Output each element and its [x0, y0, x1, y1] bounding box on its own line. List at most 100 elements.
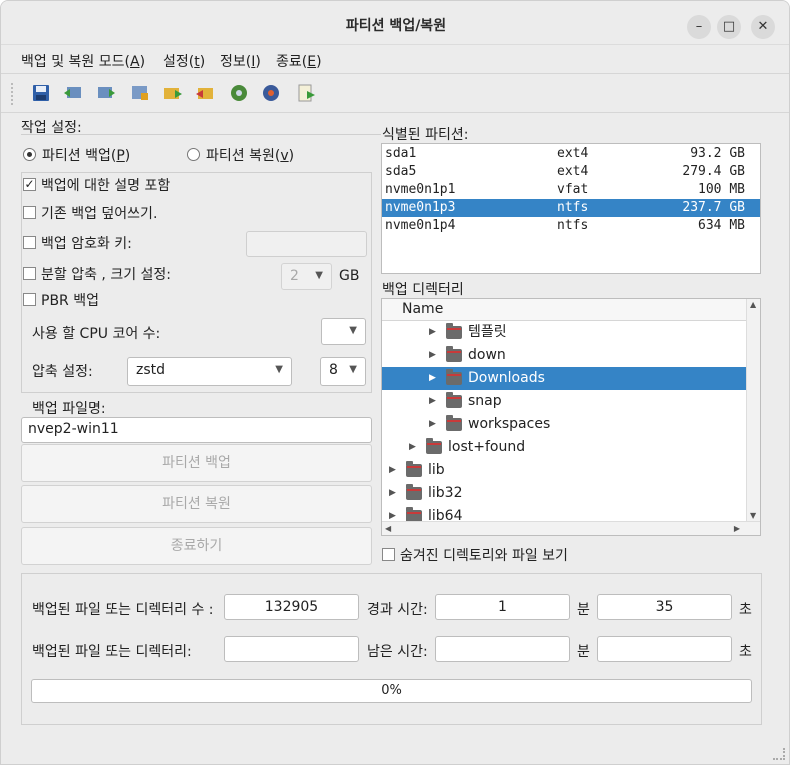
restore-button[interactable]: 파티션 복원 [21, 485, 372, 523]
elapsed-label: 경과 시간: [367, 602, 428, 618]
tree-horizontal-scrollbar[interactable]: ◀ ▶ [382, 521, 760, 535]
partition-size: 93.2 GB [690, 146, 745, 161]
menu-settings[interactable]: 설정(t) [163, 51, 205, 71]
tree-item[interactable]: ▶ lost+found [382, 436, 746, 459]
elapsed-min-unit: 분 [577, 602, 590, 618]
folder-icon [446, 392, 462, 408]
partition-list[interactable]: sda1 ext4 93.2 GB sda5 ext4 279.4 GB nvm… [381, 143, 761, 274]
toolbar-grip[interactable] [11, 83, 15, 105]
quit-button[interactable]: 종료하기 [21, 527, 372, 565]
tree-item-label: lib32 [428, 485, 463, 501]
resize-grip[interactable] [773, 748, 785, 760]
scroll-up-icon[interactable]: ▲ [750, 300, 756, 309]
menu-bar: 백업 및 복원 모드(A) 설정(t) 정보(I) 종료(E) [1, 46, 789, 74]
partition-size: 634 MB [698, 218, 745, 233]
expand-arrow-icon[interactable]: ▶ [429, 344, 436, 367]
compression-method-combo[interactable]: zstd ▼ [127, 357, 292, 386]
globe-settings-icon[interactable] [261, 83, 281, 103]
folder-forward-icon[interactable] [163, 83, 183, 103]
cpu-cores-label: 사용 할 CPU 코어 수: [32, 326, 161, 342]
compression-level-value: 8 [329, 362, 338, 378]
backup-dir-tree[interactable]: Name ▶ 템플릿 ▶ down ▶ Downloads ▶ snap ▶ w… [381, 298, 761, 536]
encrypt-key-field[interactable] [246, 231, 367, 257]
tree-item[interactable]: ▶ snap [382, 390, 746, 413]
backup-filename-field[interactable]: nvep2-win11 [21, 417, 372, 443]
minimize-button[interactable]: – [687, 15, 711, 39]
folder-back-icon[interactable] [195, 83, 215, 103]
chevron-down-icon: ▼ [275, 364, 283, 375]
export-document-icon[interactable] [296, 83, 316, 103]
expand-arrow-icon[interactable]: ▶ [429, 367, 436, 390]
scroll-right-icon[interactable]: ▶ [734, 524, 740, 533]
remaining-minutes-field [435, 636, 570, 662]
restore-radio[interactable] [187, 148, 200, 161]
chevron-down-icon: ▼ [315, 270, 323, 281]
tree-header[interactable]: Name [382, 299, 746, 321]
menu-quit[interactable]: 종료(E) [276, 51, 322, 71]
include-description-checkbox[interactable]: ✓ [23, 178, 36, 191]
backup-radio[interactable] [23, 148, 36, 161]
chevron-down-icon: ▼ [349, 325, 357, 336]
expand-arrow-icon[interactable]: ▶ [429, 413, 436, 436]
backup-partition-icon[interactable] [63, 83, 83, 103]
expand-arrow-icon[interactable]: ▶ [389, 482, 396, 505]
scroll-left-icon[interactable]: ◀ [385, 524, 391, 533]
expand-arrow-icon[interactable]: ▶ [429, 390, 436, 413]
image-file-icon[interactable] [130, 83, 150, 103]
files-count-field: 132905 [224, 594, 359, 620]
partition-row[interactable]: nvme0n1p4 ntfs 634 MB [382, 217, 760, 235]
backup-radio-label: 파티션 백업(P) [42, 148, 131, 164]
tree-item[interactable]: ▶ down [382, 344, 746, 367]
save-icon[interactable] [31, 83, 51, 103]
maximize-button[interactable]: □ [717, 15, 741, 39]
expand-arrow-icon[interactable]: ▶ [429, 321, 436, 344]
toolbar [1, 75, 789, 113]
expand-arrow-icon[interactable]: ▶ [409, 436, 416, 459]
compression-level-combo[interactable]: 8 ▼ [320, 357, 366, 386]
pbr-backup-label: PBR 백업 [41, 293, 99, 309]
tree-item[interactable]: ▶ workspaces [382, 413, 746, 436]
tree-vertical-scrollbar[interactable]: ▲ ▼ [746, 299, 760, 521]
folder-icon [406, 484, 422, 500]
pbr-backup-checkbox[interactable] [23, 293, 36, 306]
current-file-field [224, 636, 359, 662]
tree-item-selected[interactable]: ▶ Downloads [382, 367, 746, 390]
partition-fs: ext4 [557, 164, 589, 179]
tree-item-label: 템플릿 [468, 324, 507, 340]
current-file-label: 백업된 파일 또는 디렉터리: [32, 644, 192, 660]
partition-size: 100 MB [698, 182, 745, 197]
menu-info[interactable]: 정보(I) [220, 51, 261, 71]
tree-header-name: Name [402, 301, 444, 317]
split-unit: GB [339, 268, 360, 284]
compression-method-value: zstd [136, 362, 166, 378]
scroll-down-icon[interactable]: ▼ [750, 511, 756, 520]
globe-icon[interactable] [229, 83, 249, 103]
partition-row[interactable]: sda1 ext4 93.2 GB [382, 145, 760, 163]
folder-icon [406, 461, 422, 477]
overwrite-backup-checkbox[interactable] [23, 206, 36, 219]
partition-name: nvme0n1p4 [385, 218, 456, 233]
split-size-combo[interactable]: 2 ▼ [281, 263, 332, 290]
tree-item[interactable]: ▶ lib [382, 459, 746, 482]
expand-arrow-icon[interactable]: ▶ [389, 459, 396, 482]
partition-row[interactable]: sda5 ext4 279.4 GB [382, 163, 760, 181]
cpu-cores-combo[interactable]: ▼ [321, 318, 366, 345]
close-button[interactable]: ✕ [751, 15, 775, 39]
split-size-value: 2 [290, 268, 299, 284]
partition-row[interactable]: nvme0n1p1 vfat 100 MB [382, 181, 760, 199]
restore-partition-icon[interactable] [96, 83, 116, 103]
split-checkbox[interactable] [23, 267, 36, 280]
overwrite-backup-label: 기존 백업 덮어쓰기. [41, 206, 158, 222]
backup-button[interactable]: 파티션 백업 [21, 444, 372, 482]
menu-backup-restore-mode[interactable]: 백업 및 복원 모드(A) [21, 51, 145, 71]
partition-row-selected[interactable]: nvme0n1p3 ntfs 237.7 GB [382, 199, 760, 217]
partition-fs: vfat [557, 182, 589, 197]
show-hidden-checkbox[interactable] [382, 548, 395, 561]
partition-fs: ext4 [557, 146, 589, 161]
tree-item[interactable]: ▶ 템플릿 [382, 321, 746, 344]
partition-name: nvme0n1p3 [385, 200, 456, 215]
tree-item[interactable]: ▶ lib32 [382, 482, 746, 505]
folder-icon [426, 438, 442, 454]
encrypt-key-checkbox[interactable] [23, 236, 36, 249]
progress-bar: 0% [31, 679, 752, 703]
